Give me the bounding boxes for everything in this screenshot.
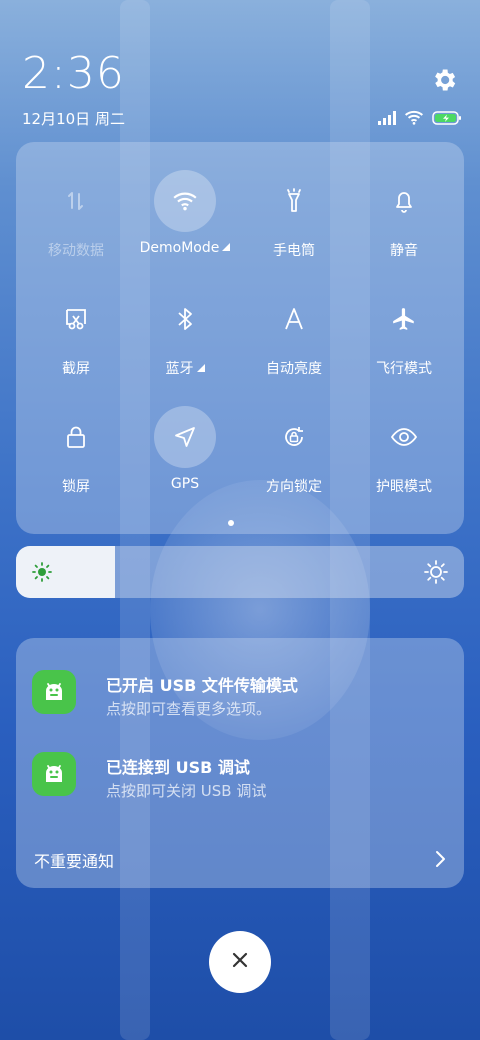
wifi-icon [154, 170, 216, 232]
notification-title: 已开启 USB 文件传输模式 [106, 676, 298, 695]
settings-gear-icon[interactable] [430, 66, 458, 94]
tile-eye-care[interactable]: 护眼模式 [348, 406, 460, 516]
tile-gps[interactable]: GPS [129, 406, 241, 516]
tile-label: 移动数据 [48, 243, 104, 259]
auto-brightness-icon [263, 288, 325, 350]
wifi-status-icon [404, 110, 424, 129]
tile-bluetooth[interactable]: 蓝牙 [129, 288, 241, 398]
tile-label: 锁屏 [62, 479, 90, 495]
expand-triangle-icon [222, 243, 231, 251]
tile-label: GPS [170, 476, 200, 492]
tile-label: 飞行模式 [376, 361, 432, 377]
notification-usb-debug[interactable]: 已连接到 USB 调试 点按即可关闭 USB 调试 [32, 752, 452, 808]
tile-label: 蓝牙 [165, 361, 194, 377]
brightness-high-icon [424, 560, 448, 588]
tile-label: DemoMode [139, 240, 220, 256]
brightness-fill [16, 546, 115, 598]
tile-label: 自动亮度 [266, 361, 322, 377]
chevron-right-icon[interactable] [434, 850, 446, 872]
bluetooth-icon [154, 288, 216, 350]
tile-lock-screen[interactable]: 锁屏 [20, 406, 132, 516]
brightness-slider[interactable] [16, 546, 464, 598]
tile-airplane[interactable]: 飞行模式 [348, 288, 460, 398]
bell-icon [373, 170, 435, 232]
minor-notifications-link[interactable]: 不重要通知 [34, 848, 114, 872]
android-icon [32, 752, 76, 796]
airplane-icon [373, 288, 435, 350]
date: 12月10日 周二 [22, 110, 125, 128]
tile-rotation-lock[interactable]: 方向锁定 [238, 406, 350, 516]
mobile-data-icon [45, 170, 107, 232]
tile-label: 方向锁定 [266, 479, 322, 495]
notification-title: 已连接到 USB 调试 [106, 758, 250, 777]
close-icon [231, 951, 249, 973]
eye-icon [373, 406, 435, 468]
brightness-low-icon [32, 562, 52, 586]
tile-label: 静音 [390, 243, 418, 259]
page-indicator-dot [228, 520, 234, 526]
notification-panel: 已开启 USB 文件传输模式 点按即可查看更多选项。 已连接到 USB 调试 点… [16, 638, 464, 888]
rotation-lock-icon [263, 406, 325, 468]
status-icons [378, 110, 462, 129]
tile-label: 截屏 [62, 361, 90, 377]
tile-wifi[interactable]: DemoMode [129, 170, 241, 280]
tile-label: 护眼模式 [376, 479, 432, 495]
tile-screenshot[interactable]: 截屏 [20, 288, 132, 398]
tile-flashlight[interactable]: 手电筒 [238, 170, 350, 280]
notification-subtitle: 点按即可关闭 USB 调试 [106, 782, 267, 800]
location-arrow-icon [154, 406, 216, 468]
clear-all-button[interactable] [209, 931, 271, 993]
clock: 2:36 [22, 48, 125, 99]
tile-label: 手电筒 [273, 243, 315, 259]
tile-silent[interactable]: 静音 [348, 170, 460, 280]
quick-settings-panel: 移动数据 DemoMode 手电筒 静音 截屏 蓝牙 自动亮度 飞行模式 锁屏 … [16, 142, 464, 534]
signal-icon [378, 110, 396, 129]
flashlight-icon [263, 170, 325, 232]
tile-mobile-data[interactable]: 移动数据 [20, 170, 132, 280]
lock-icon [45, 406, 107, 468]
android-icon [32, 670, 76, 714]
tile-auto-brightness[interactable]: 自动亮度 [238, 288, 350, 398]
screenshot-icon [45, 288, 107, 350]
battery-charging-icon [432, 110, 462, 129]
notification-usb-transfer[interactable]: 已开启 USB 文件传输模式 点按即可查看更多选项。 [32, 670, 452, 726]
notification-subtitle: 点按即可查看更多选项。 [106, 700, 272, 718]
expand-triangle-icon [196, 364, 205, 372]
